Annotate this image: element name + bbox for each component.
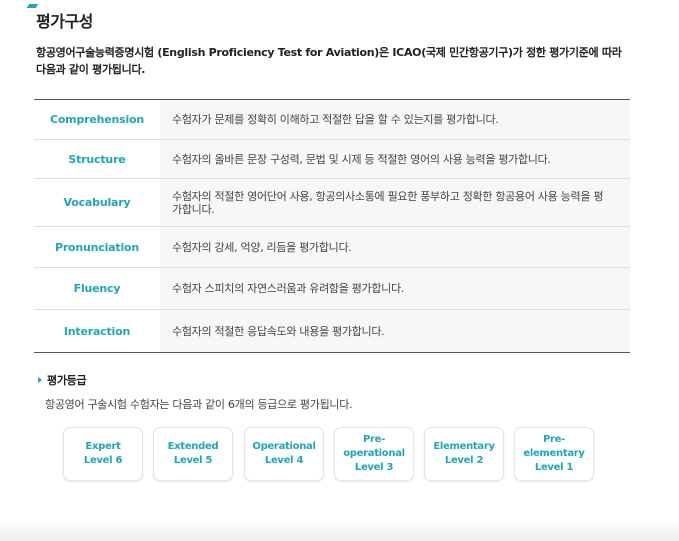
grades-heading: 평가등급: [38, 372, 87, 388]
table-row: Comprehension 수험자가 문제를 정확히 이해하고 적절한 답을 할…: [34, 99, 630, 140]
level-card: Elementary Level 2: [424, 427, 504, 481]
level-name: Extended: [167, 441, 219, 452]
criterion-description: 수험자가 문제를 정확히 이해하고 적절한 답을 할 수 있는지를 평가합니다.: [160, 99, 630, 140]
level-card: Pre-operational Level 3: [334, 427, 414, 481]
table-row: Pronunciation 수험자의 강세, 억양, 리듬을 평가합니다.: [34, 226, 630, 268]
triangle-bullet-icon: [38, 377, 42, 383]
level-number: Level 2: [444, 455, 484, 466]
criterion-description: 수험자 스피치의 자연스러움과 유려함을 평가합니다.: [160, 267, 630, 310]
level-card: Operational Level 4: [244, 427, 324, 481]
level-number: Level 1: [534, 462, 574, 473]
criteria-table: Comprehension 수험자가 문제를 정확히 이해하고 적절한 답을 할…: [34, 99, 630, 353]
intro-text: 항공영어구술능력증명시험 (English Proficiency Test f…: [36, 46, 622, 76]
level-card: Expert Level 6: [63, 427, 143, 481]
level-number: Level 5: [173, 455, 213, 466]
criterion-name: Interaction: [34, 309, 160, 353]
table-row: Fluency 수험자 스피치의 자연스러움과 유려함을 평가합니다.: [34, 267, 630, 310]
criterion-description: 수험자의 강세, 억양, 리듬을 평가합니다.: [160, 226, 630, 268]
table-row: Interaction 수험자의 적절한 응답속도와 내용을 평가합니다.: [34, 309, 630, 353]
criterion-description: 수험자의 적절한 영어단어 사용, 항공의사소통에 필요한 풍부하고 정확한 항…: [160, 178, 630, 227]
level-card: Extended Level 5: [153, 427, 233, 481]
criterion-name: Comprehension: [34, 99, 160, 140]
level-name: Pre-elementary: [523, 434, 585, 459]
level-number: Level 6: [83, 455, 123, 466]
level-name: Pre-operational: [343, 434, 405, 459]
level-number: Level 3: [354, 462, 394, 473]
level-number: Level 4: [264, 455, 304, 466]
grades-intro: 항공영어 구술시험 수험자는 다음과 같이 6개의 등급으로 평가됩니다.: [45, 398, 353, 411]
footer-shadow: [0, 520, 679, 541]
table-row: Structure 수험자의 올바른 문장 구성력, 문법 및 시제 등 적절한…: [34, 139, 630, 179]
page-title: 평가구성: [36, 12, 93, 31]
criterion-description: 수험자의 적절한 응답속도와 내용을 평가합니다.: [160, 309, 630, 353]
level-name: Elementary: [433, 441, 495, 452]
level-card: Pre-elementary Level 1: [514, 427, 594, 481]
criterion-name: Fluency: [34, 267, 160, 310]
level-name: Expert: [85, 441, 121, 452]
table-row: Vocabulary 수험자의 적절한 영어단어 사용, 항공의사소통에 필요한…: [34, 178, 630, 227]
criterion-name: Pronunciation: [34, 226, 160, 268]
criterion-description: 수험자의 올바른 문장 구성력, 문법 및 시제 등 적절한 영어의 사용 능력…: [160, 139, 630, 179]
level-name: Operational: [252, 441, 316, 452]
grades-title: 평가등급: [47, 374, 87, 387]
criterion-name: Structure: [34, 139, 160, 179]
criterion-name: Vocabulary: [34, 178, 160, 227]
